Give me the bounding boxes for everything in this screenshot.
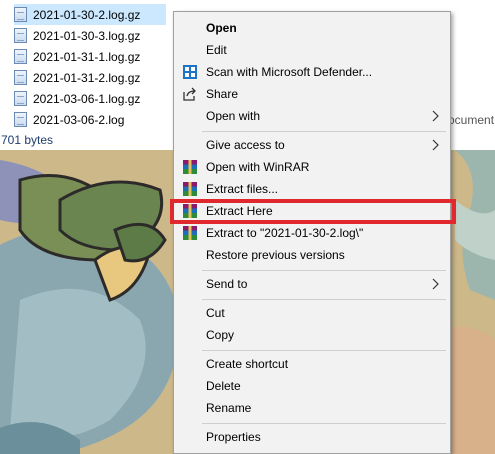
menu-item-extract-to[interactable]: Extract to "2021-01-30-2.log\" bbox=[174, 222, 450, 244]
file-name: 2021-03-06-1.log.gz bbox=[33, 91, 141, 106]
menu-item-rename[interactable]: Rename bbox=[174, 397, 450, 419]
menu-item-edit[interactable]: Edit bbox=[174, 39, 450, 61]
menu-separator bbox=[202, 299, 446, 300]
menu-item-cut[interactable]: Cut bbox=[174, 302, 450, 324]
winrar-icon bbox=[183, 226, 197, 240]
menu-item-open-with[interactable]: Open with bbox=[174, 105, 450, 127]
menu-item-extract-files[interactable]: Extract files... bbox=[174, 178, 450, 200]
chevron-right-icon bbox=[432, 139, 439, 151]
menu-item-label: Restore previous versions bbox=[206, 248, 345, 262]
menu-item-delete[interactable]: Delete bbox=[174, 375, 450, 397]
menu-item-label: Share bbox=[206, 87, 239, 101]
annotation-highlight-box bbox=[170, 199, 456, 224]
compressed-file-icon bbox=[14, 49, 27, 64]
context-menu: Open Edit Scan with Microsoft Defender..… bbox=[173, 11, 451, 454]
menu-item-copy[interactable]: Copy bbox=[174, 324, 450, 346]
menu-item-label: Send to bbox=[206, 277, 248, 291]
menu-item-label: Extract to "2021-01-30-2.log\" bbox=[206, 226, 364, 240]
menu-item-create-shortcut[interactable]: Create shortcut bbox=[174, 353, 450, 375]
defender-shield-icon bbox=[183, 65, 197, 79]
file-name: 2021-01-31-1.log.gz bbox=[33, 49, 141, 64]
winrar-icon bbox=[183, 160, 197, 174]
file-name: 2021-01-30-3.log.gz bbox=[33, 28, 141, 43]
compressed-file-icon bbox=[14, 28, 27, 43]
menu-item-label: Extract files... bbox=[206, 182, 279, 196]
menu-item-label: Create shortcut bbox=[206, 357, 289, 371]
menu-item-label: Delete bbox=[206, 379, 241, 393]
menu-item-label: Properties bbox=[206, 430, 261, 444]
menu-item-properties[interactable]: Properties bbox=[174, 426, 450, 448]
menu-separator bbox=[202, 423, 446, 424]
text-file-icon bbox=[14, 112, 27, 127]
file-type-partial: ocument bbox=[448, 113, 495, 127]
menu-item-label: Copy bbox=[206, 328, 235, 342]
chevron-right-icon bbox=[432, 110, 439, 122]
menu-item-open[interactable]: Open bbox=[174, 17, 450, 39]
share-icon bbox=[183, 87, 196, 101]
menu-separator bbox=[202, 270, 446, 271]
menu-item-scan-defender[interactable]: Scan with Microsoft Defender... bbox=[174, 61, 450, 83]
menu-item-give-access[interactable]: Give access to bbox=[174, 134, 450, 156]
menu-item-label: Give access to bbox=[206, 138, 285, 152]
menu-item-label: Open with WinRAR bbox=[206, 160, 310, 174]
compressed-file-icon bbox=[14, 91, 27, 106]
chevron-right-icon bbox=[432, 278, 439, 290]
compressed-file-icon bbox=[14, 70, 27, 85]
menu-item-label: Rename bbox=[206, 401, 252, 415]
menu-item-send-to[interactable]: Send to bbox=[174, 273, 450, 295]
menu-separator bbox=[202, 131, 446, 132]
menu-item-label: Edit bbox=[206, 43, 227, 57]
menu-item-open-winrar[interactable]: Open with WinRAR bbox=[174, 156, 450, 178]
menu-separator bbox=[202, 350, 446, 351]
compressed-file-icon bbox=[14, 7, 27, 22]
menu-item-label: Scan with Microsoft Defender... bbox=[206, 65, 373, 79]
menu-item-label: Open bbox=[206, 21, 237, 35]
menu-item-label: Open with bbox=[206, 109, 261, 123]
menu-item-share[interactable]: Share bbox=[174, 83, 450, 105]
menu-item-label: Cut bbox=[206, 306, 225, 320]
file-name: 2021-03-06-2.log bbox=[33, 112, 125, 127]
file-row[interactable]: 2021-01-30-2.log.gz bbox=[14, 4, 166, 25]
menu-item-restore-versions[interactable]: Restore previous versions bbox=[174, 244, 450, 266]
file-name: 2021-01-31-2.log.gz bbox=[33, 70, 141, 85]
status-text: 701 bytes bbox=[1, 133, 54, 147]
file-name: 2021-01-30-2.log.gz bbox=[33, 7, 141, 22]
winrar-icon bbox=[183, 182, 197, 196]
